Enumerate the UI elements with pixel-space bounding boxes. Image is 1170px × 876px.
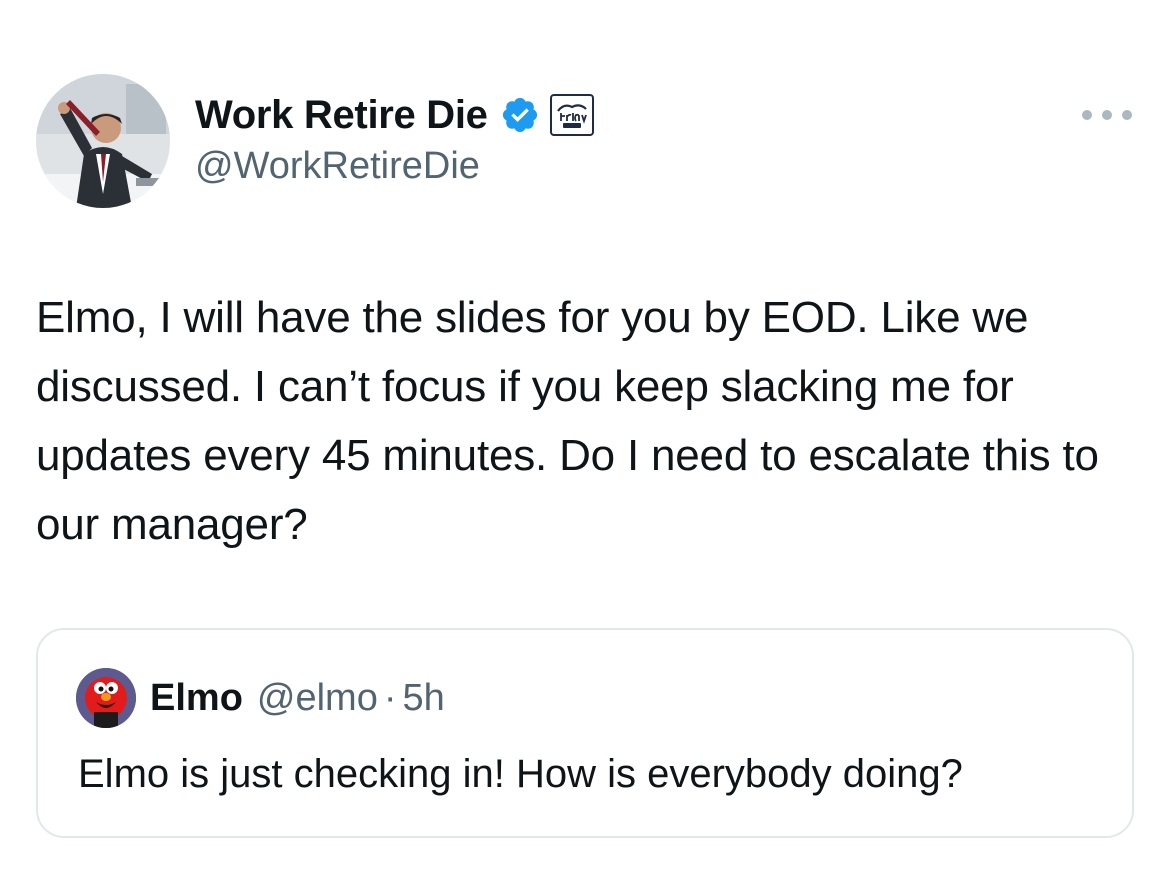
verified-badge-icon[interactable] — [500, 95, 540, 135]
quoted-author-name[interactable]: Elmo — [150, 677, 243, 720]
quoted-timestamp[interactable]: 5h — [403, 677, 445, 720]
elmo-avatar-image — [76, 668, 136, 728]
more-dot — [1102, 110, 1112, 120]
author-handle[interactable]: @WorkRetireDie — [195, 145, 480, 188]
quoted-tweet-text: Elmo is just checking in! How is everybo… — [78, 752, 963, 796]
more-dot — [1082, 110, 1092, 120]
tweet-text: Elmo, I will have the slides for you by … — [36, 293, 1099, 549]
friday-beers-badge-icon[interactable] — [549, 94, 594, 136]
author-display-name[interactable]: Work Retire Die — [195, 93, 488, 138]
author-avatar[interactable] — [36, 74, 170, 208]
more-options-icon[interactable] — [1082, 100, 1132, 130]
more-dot — [1122, 110, 1132, 120]
author-name-row: Work Retire Die — [195, 90, 594, 140]
quoted-tweet-header: Elmo @elmo · 5h — [76, 668, 445, 728]
quoted-tweet-card[interactable]: Elmo @elmo · 5h Elmo is just checking in… — [36, 628, 1134, 838]
quoted-author-handle[interactable]: @elmo — [257, 677, 378, 720]
tweet-card: Work Retire Die @WorkRetireDie Elmo, I w… — [0, 0, 1170, 876]
separator-dot: · — [383, 676, 397, 719]
quoted-author-avatar[interactable] — [76, 668, 136, 728]
office-man-photo — [36, 74, 170, 208]
